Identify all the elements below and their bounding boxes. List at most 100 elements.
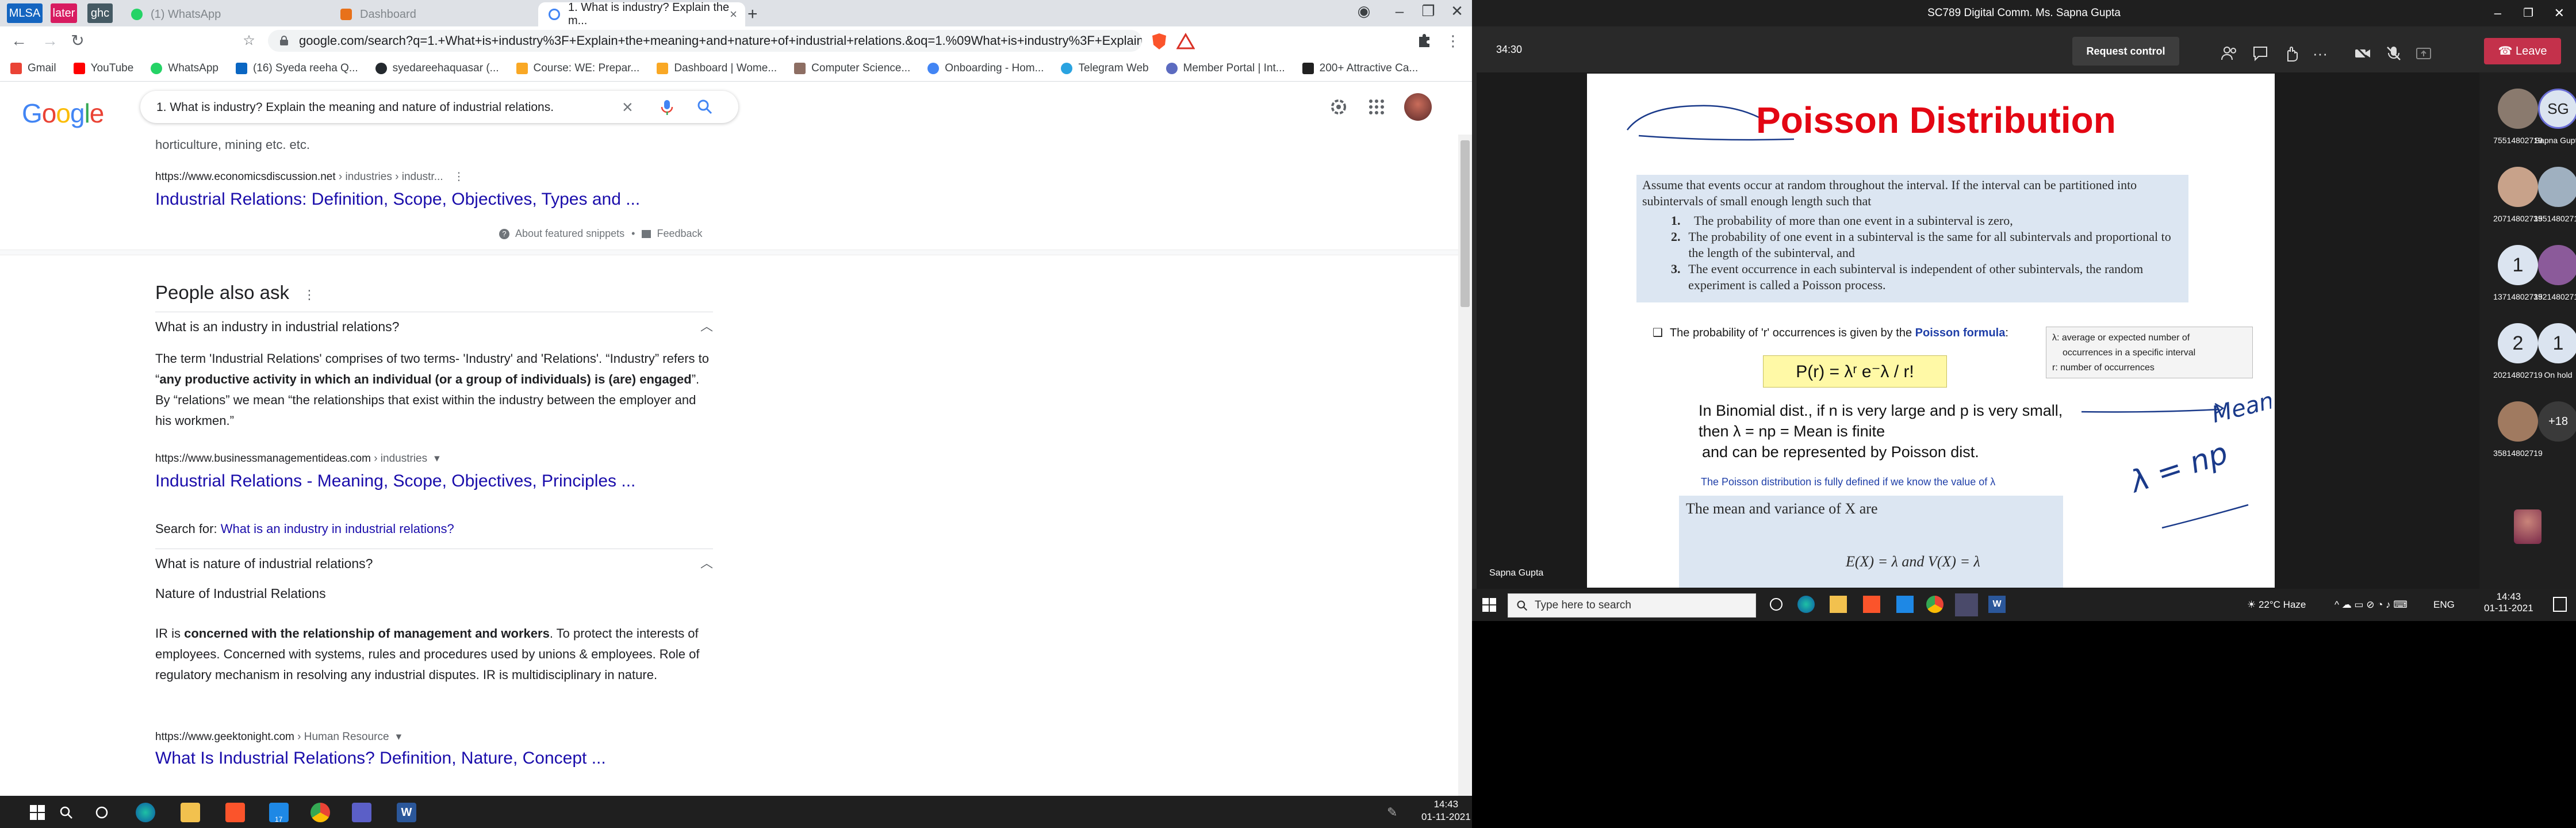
search-box[interactable]: 1. What is industry? Explain the meaning… [140, 91, 738, 123]
cortana-icon[interactable] [92, 803, 112, 822]
more-options-icon[interactable]: ⋮ [454, 171, 465, 183]
participant-avatar[interactable]: SG [2538, 89, 2576, 129]
pinned-tab-ghc[interactable]: ghc [87, 3, 113, 23]
teams-icon[interactable] [1955, 593, 1978, 616]
minimize-icon[interactable]: – [1388, 2, 1411, 20]
apps-grid-icon[interactable] [1368, 99, 1385, 115]
leave-button[interactable]: ☎ Leave [2484, 38, 2561, 64]
participant-avatar[interactable]: 1 [2538, 323, 2576, 363]
raise-hand-icon[interactable] [2283, 45, 2300, 62]
settings-gear-icon[interactable] [1328, 97, 1349, 117]
brave-icon[interactable] [225, 803, 245, 822]
participants-icon[interactable] [2221, 45, 2238, 62]
page-scrollbar[interactable] [1458, 135, 1472, 796]
edge-icon[interactable] [1797, 596, 1815, 613]
chevron-up-icon[interactable]: ︿ [700, 549, 713, 578]
account-avatar[interactable] [1404, 93, 1432, 121]
result-citation[interactable]: https://www.economicsdiscussion.net › in… [155, 170, 465, 183]
tray-icons[interactable]: ^ ☁ ▭ ⊘ ◔ ♪ ⌨ [2334, 599, 2408, 611]
new-tab-button[interactable]: + [747, 2, 770, 26]
participant-avatar[interactable] [2538, 167, 2576, 207]
bookmark-whatsapp[interactable]: WhatsApp [151, 62, 218, 75]
microphone-icon[interactable] [660, 99, 674, 116]
system-clock[interactable]: 14:43 01-11-2021 [2484, 591, 2533, 614]
search-icon[interactable] [56, 803, 76, 822]
more-options-icon[interactable]: ⋮ [303, 288, 316, 302]
word-icon[interactable]: W [1988, 596, 2006, 613]
share-tray-icon[interactable] [2415, 45, 2432, 62]
participant-avatar[interactable] [2538, 245, 2576, 285]
windows-start-icon[interactable] [28, 803, 47, 822]
mail-icon[interactable] [1896, 596, 1914, 613]
teams-icon[interactable] [352, 803, 371, 822]
bookmark-computer-science[interactable]: Computer Science... [794, 62, 910, 75]
back-icon[interactable]: ← [9, 31, 29, 51]
bookmark-attractive[interactable]: 200+ Attractive Ca... [1302, 62, 1418, 75]
mail-icon[interactable]: 17 [269, 803, 289, 823]
bookmark-linkedin[interactable]: (16) Syeda reeha Q... [235, 62, 358, 75]
chevron-up-icon[interactable]: ︿ [700, 312, 713, 341]
chrome-icon[interactable] [310, 803, 330, 822]
participant-avatar[interactable] [2498, 89, 2538, 129]
close-window-icon[interactable]: ✕ [2554, 0, 2564, 26]
extensions-puzzle-icon[interactable] [1414, 32, 1433, 51]
search-input[interactable]: 1. What is industry? Explain the meaning… [156, 101, 554, 114]
participant-avatar[interactable]: 1 [2498, 245, 2538, 285]
restore-icon[interactable]: ❐ [1417, 2, 1440, 20]
chrome-menu-icon[interactable]: ⋮ [1443, 31, 1463, 51]
tab-google-search[interactable]: 1. What is industry? Explain the m... × [538, 1, 745, 27]
bookmark-onboarding[interactable]: Onboarding - Hom... [927, 62, 1044, 75]
camera-off-icon[interactable] [2354, 45, 2371, 62]
result-title-link[interactable]: Industrial Relations - Meaning, Scope, O… [155, 471, 635, 491]
pen-icon[interactable]: ✎ [1387, 805, 1397, 820]
cortana-icon[interactable] [1770, 598, 1782, 611]
address-bar[interactable]: google.com/search?q=1.+What+is+industry%… [268, 30, 1142, 52]
feedback-link[interactable]: Feedback [657, 228, 702, 240]
tab-whatsapp[interactable]: (1) WhatsApp [124, 2, 331, 26]
result-title-link[interactable]: Industrial Relations: Definition, Scope,… [155, 190, 640, 209]
search-for-link[interactable]: What is an industry in industrial relati… [221, 522, 454, 536]
self-video-preview[interactable] [2514, 509, 2542, 544]
profile-menu-icon[interactable]: ◉ [1352, 2, 1375, 20]
chrome-icon[interactable] [1926, 596, 1943, 613]
bookmark-gmail[interactable]: Gmail [10, 62, 56, 75]
search-icon[interactable] [697, 99, 713, 115]
language-indicator[interactable]: ENG [2433, 599, 2455, 611]
close-window-icon[interactable]: ✕ [1446, 2, 1469, 20]
windows-start-icon[interactable] [1482, 598, 1496, 612]
restore-icon[interactable]: ❐ [2523, 0, 2533, 26]
bookmark-telegram[interactable]: Telegram Web [1061, 62, 1149, 75]
notifications-icon[interactable] [2553, 597, 2567, 612]
participant-avatar[interactable]: 2 [2498, 323, 2538, 363]
pinned-tab-mlsa[interactable]: MLSA [7, 3, 43, 23]
paa-question-1[interactable]: What is an industry in industrial relati… [155, 312, 713, 340]
minimize-icon[interactable]: – [2494, 0, 2501, 26]
paa-question-2[interactable]: What is nature of industrial relations? ︿ [155, 549, 713, 577]
participant-avatar[interactable] [2498, 167, 2538, 207]
scrollbar-thumb[interactable] [1460, 140, 1470, 307]
edge-icon[interactable] [136, 803, 155, 822]
file-explorer-icon[interactable] [181, 803, 200, 822]
mic-off-icon[interactable] [2385, 45, 2402, 62]
request-control-button[interactable]: Request control [2072, 37, 2179, 66]
bookmark-dashboard[interactable]: Dashboard | Wome... [657, 62, 777, 75]
weather-widget[interactable]: ☀ 22°C Haze [2247, 599, 2306, 611]
bookmark-github[interactable]: syedareehaquasar (... [375, 62, 499, 75]
tab-dashboard[interactable]: Dashboard [334, 2, 540, 26]
result-citation[interactable]: https://www.geektonight.com › Human Reso… [155, 730, 401, 743]
bookmark-member-portal[interactable]: Member Portal | Int... [1166, 62, 1285, 75]
bookmark-course[interactable]: Course: WE: Prepar... [516, 62, 639, 75]
bookmark-youtube[interactable]: YouTube [73, 62, 133, 75]
brave-icon[interactable] [1863, 596, 1880, 613]
participant-avatar[interactable]: +18 [2538, 401, 2576, 442]
warning-triangle-icon[interactable] [1176, 32, 1195, 51]
pinned-tab-later[interactable]: later [51, 3, 77, 23]
forward-icon[interactable]: → [40, 31, 60, 51]
brave-shield-icon[interactable] [1150, 32, 1168, 51]
system-clock[interactable]: 14:43 01-11-2021 [1421, 798, 1471, 823]
google-logo[interactable]: Google [22, 98, 104, 129]
word-icon[interactable]: W [397, 803, 416, 822]
chat-icon[interactable] [2252, 45, 2269, 62]
taskbar-search[interactable]: Type here to search [1508, 593, 1756, 618]
about-featured-snippets-link[interactable]: About featured snippets [515, 228, 624, 240]
